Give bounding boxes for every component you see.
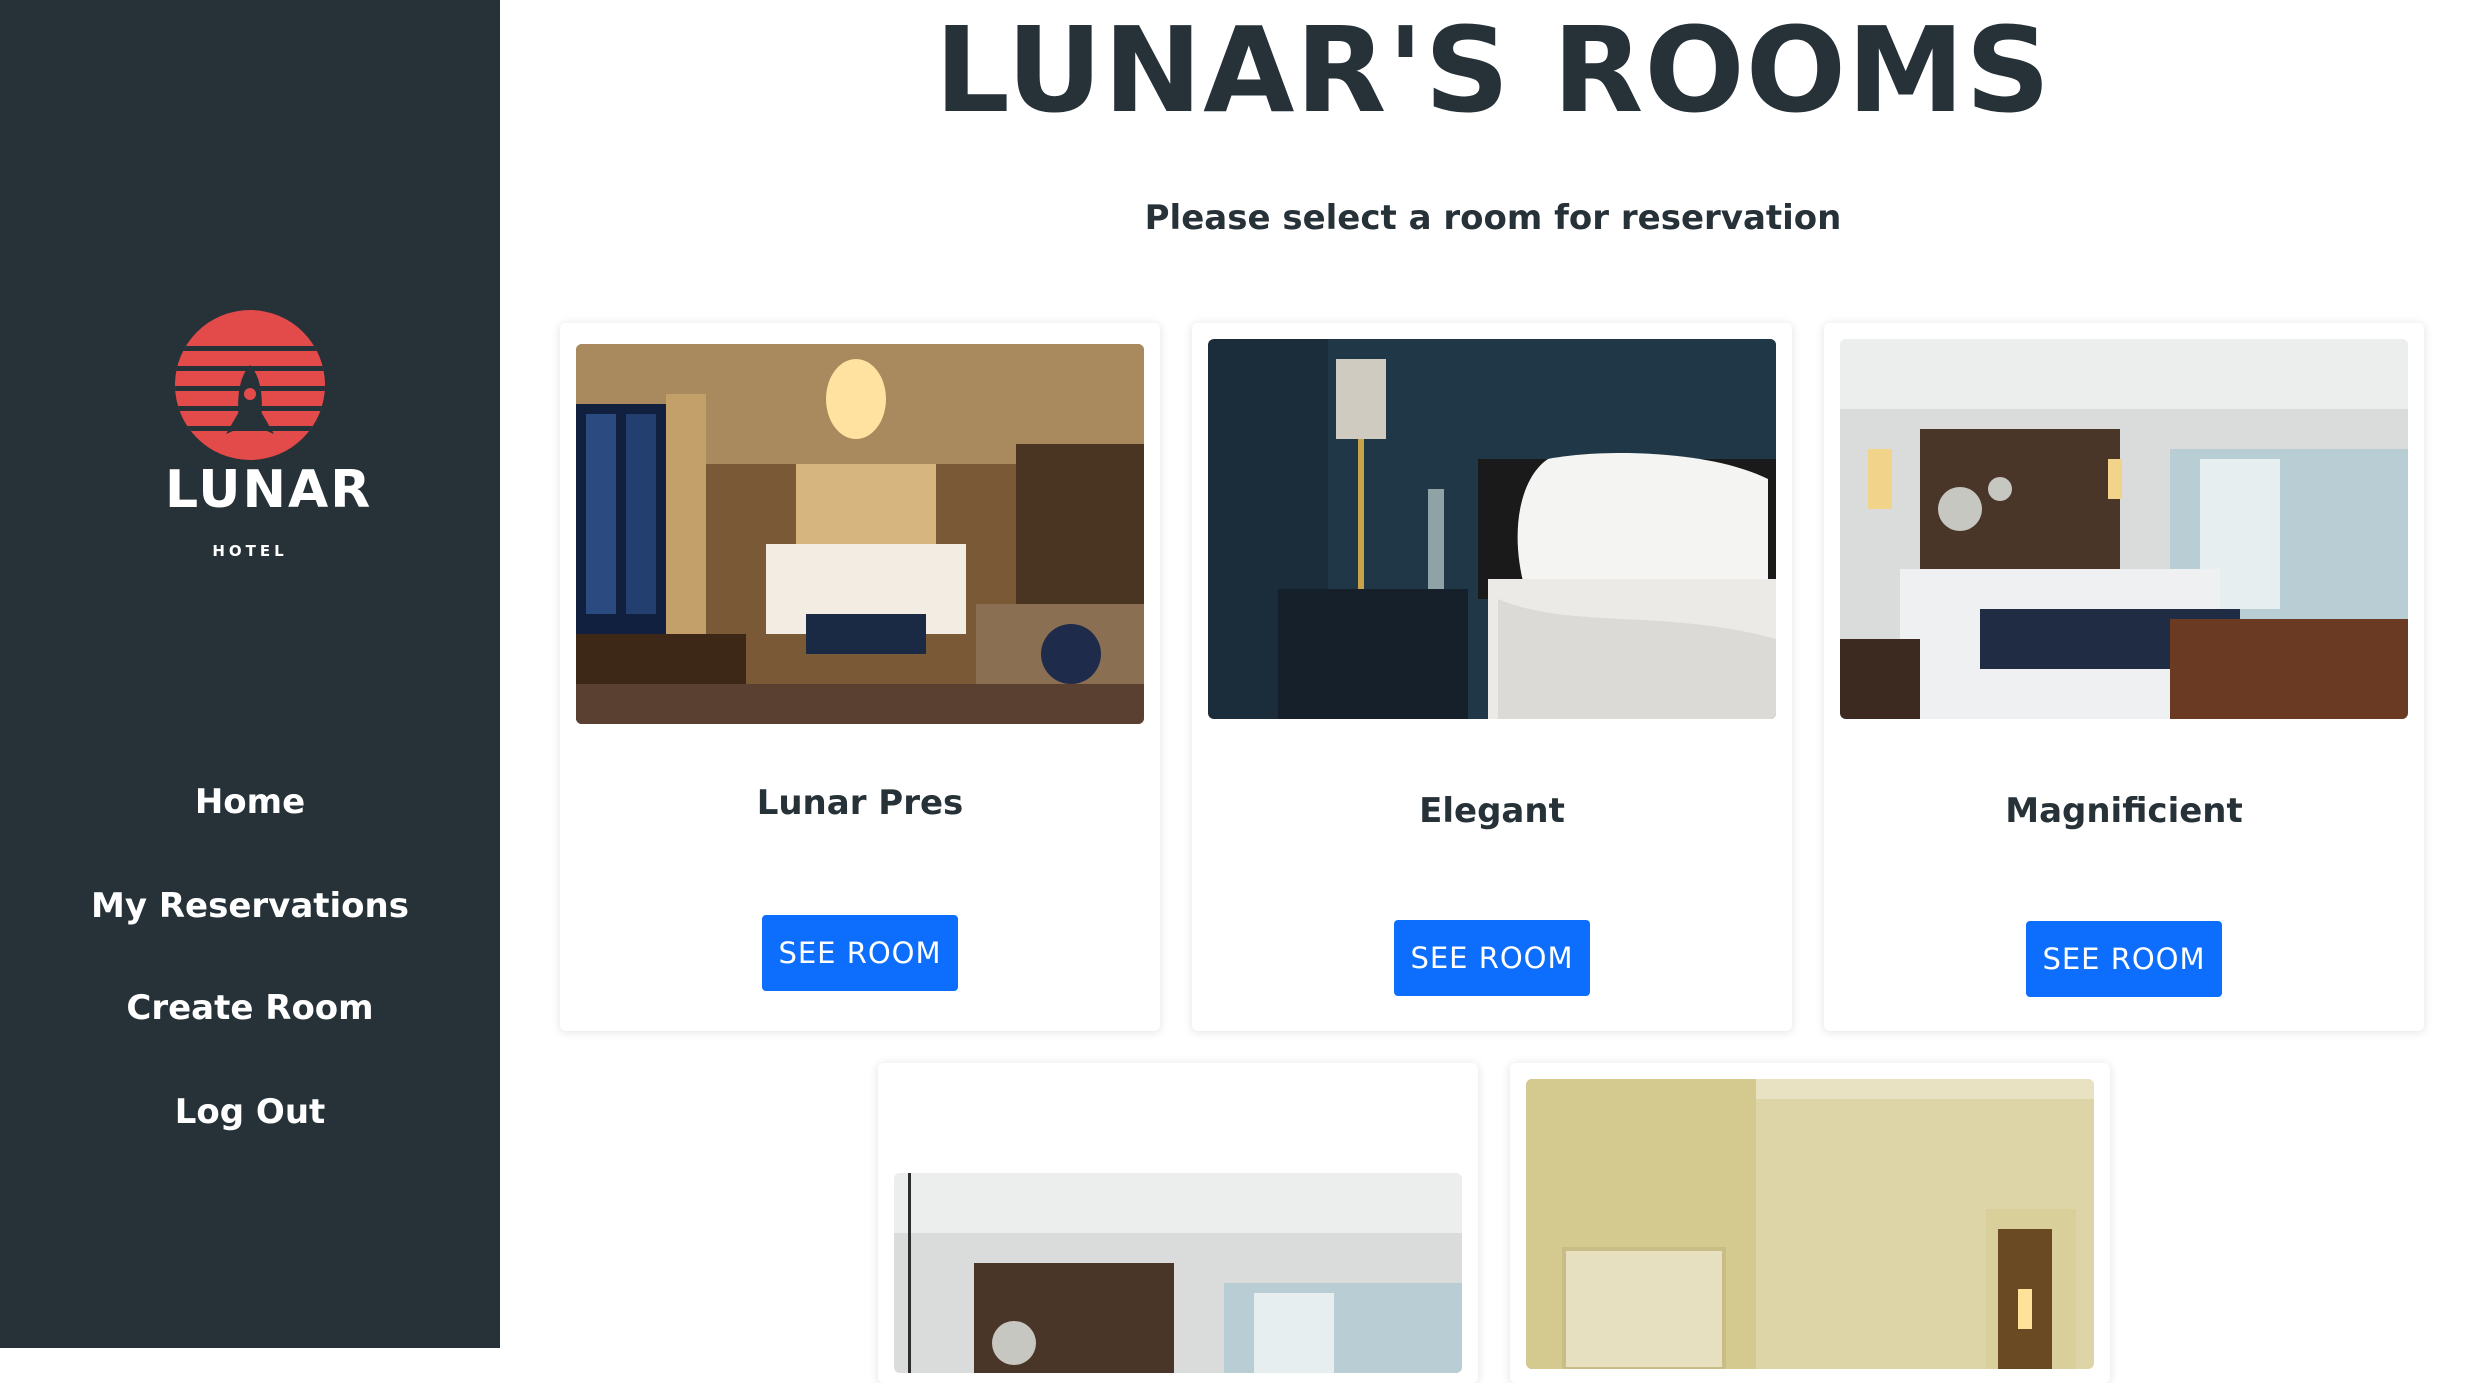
room-name: Elegant bbox=[1419, 791, 1565, 831]
sidebar: LUNAR HOTEL Home My Reservations Create … bbox=[0, 0, 500, 1348]
room-photo bbox=[576, 344, 1144, 724]
see-room-button[interactable]: SEE ROOM bbox=[1394, 920, 1590, 996]
room-card bbox=[878, 1063, 1478, 1383]
page-subtitle: Please select a room for reservation bbox=[1144, 198, 1842, 238]
room-photo bbox=[894, 1173, 1462, 1373]
page-title: LUNAR'S ROOMS bbox=[934, 1, 2052, 139]
room-card: Lunar Pres SEE ROOM bbox=[560, 323, 1160, 1031]
room-image[interactable] bbox=[894, 1173, 1462, 1373]
logo-wordmark: LUNAR bbox=[165, 460, 373, 520]
room-card bbox=[1510, 1063, 2110, 1383]
room-card: Magnificient SEE ROOM bbox=[1824, 323, 2424, 1031]
see-room-button[interactable]: SEE ROOM bbox=[2026, 921, 2222, 997]
lunar-hotel-logo[interactable]: LUNAR HOTEL bbox=[165, 310, 373, 560]
see-room-button[interactable]: SEE ROOM bbox=[762, 915, 958, 991]
room-photo bbox=[1840, 339, 2408, 719]
room-name: Magnificient bbox=[2005, 791, 2243, 831]
room-image[interactable] bbox=[1840, 339, 2408, 719]
nav-my-reservations[interactable]: My Reservations bbox=[0, 884, 500, 928]
room-card: Elegant SEE ROOM bbox=[1192, 323, 1792, 1031]
main-content: LUNAR'S ROOMS Please select a room for r… bbox=[500, 0, 2486, 1383]
room-photo bbox=[1208, 339, 1776, 719]
room-name: Lunar Pres bbox=[756, 783, 964, 823]
room-image[interactable] bbox=[576, 344, 1144, 724]
nav-home[interactable]: Home bbox=[0, 780, 500, 824]
nav-create-room[interactable]: Create Room bbox=[0, 986, 500, 1030]
room-image[interactable] bbox=[1526, 1079, 2094, 1369]
nav-log-out[interactable]: Log Out bbox=[0, 1090, 500, 1134]
room-image[interactable] bbox=[1208, 339, 1776, 719]
rocket-moon-icon bbox=[175, 310, 325, 460]
logo-subtitle: HOTEL bbox=[212, 542, 288, 560]
room-photo bbox=[1526, 1079, 2094, 1369]
